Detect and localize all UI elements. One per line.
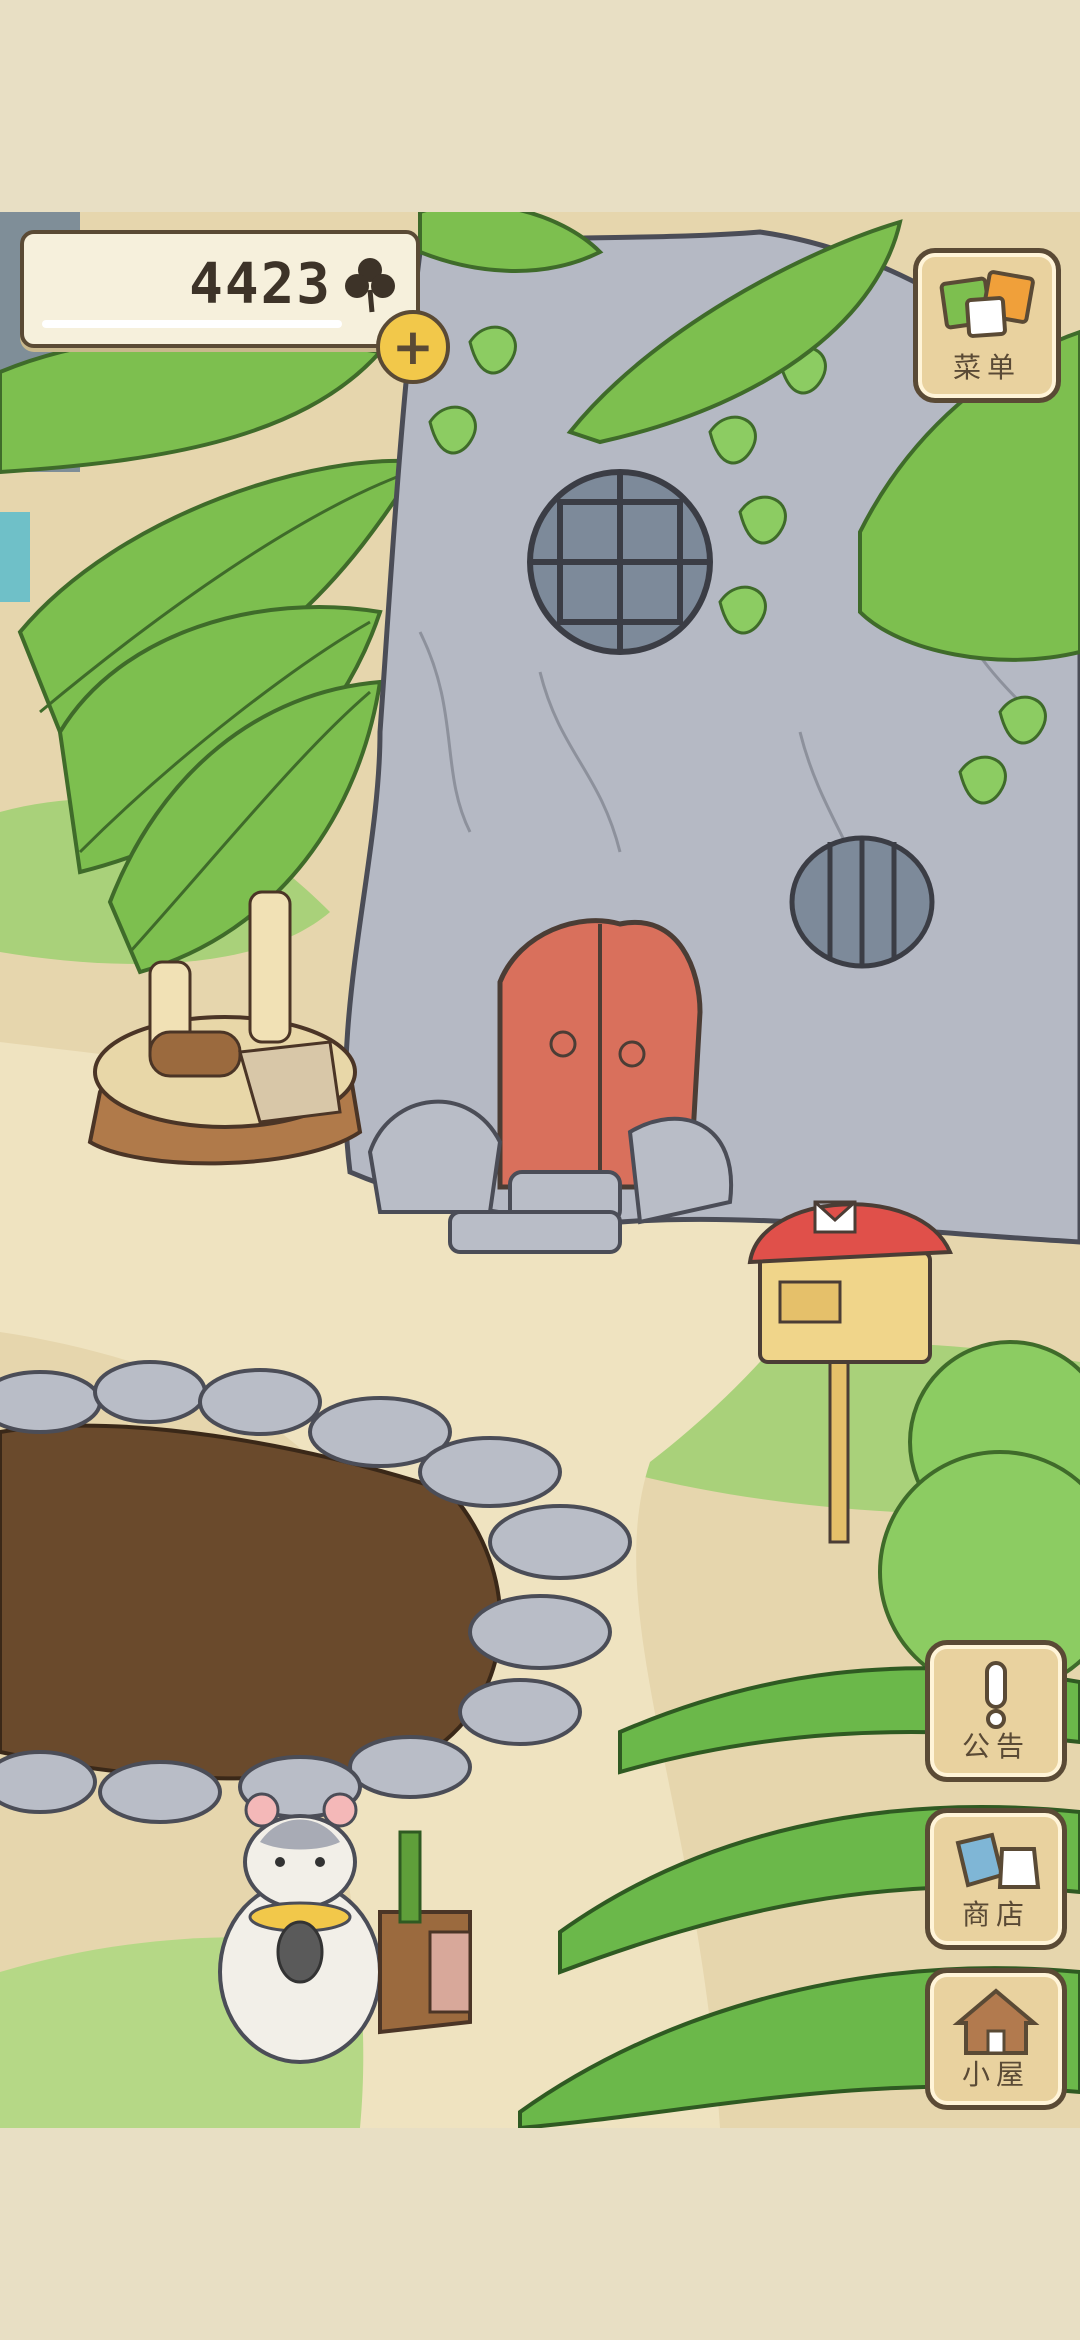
notice-button[interactable]: 公告 xyxy=(925,1640,1067,1782)
clover-counter: 4423 xyxy=(20,230,420,348)
house-icon xyxy=(952,1988,1040,2055)
game-scene xyxy=(0,212,1080,2128)
shop-button[interactable]: 商店 xyxy=(925,1808,1067,1950)
scene-art xyxy=(0,212,1080,2128)
clover-icon xyxy=(345,258,395,313)
menu-button[interactable]: 菜单 xyxy=(913,248,1061,403)
exclamation-icon xyxy=(985,1661,1007,1729)
plus-icon: + xyxy=(392,318,434,376)
bottom-letterbox xyxy=(0,2128,1080,2340)
top-letterbox xyxy=(0,0,1080,212)
house-button[interactable]: 小屋 xyxy=(925,1968,1067,2110)
clover-counter-underline xyxy=(42,320,342,328)
shop-bags-icon xyxy=(955,1832,1041,1889)
menu-cards-icon xyxy=(939,270,1035,338)
add-clover-button[interactable]: + xyxy=(376,310,450,384)
clover-count: 4423 xyxy=(189,252,332,317)
